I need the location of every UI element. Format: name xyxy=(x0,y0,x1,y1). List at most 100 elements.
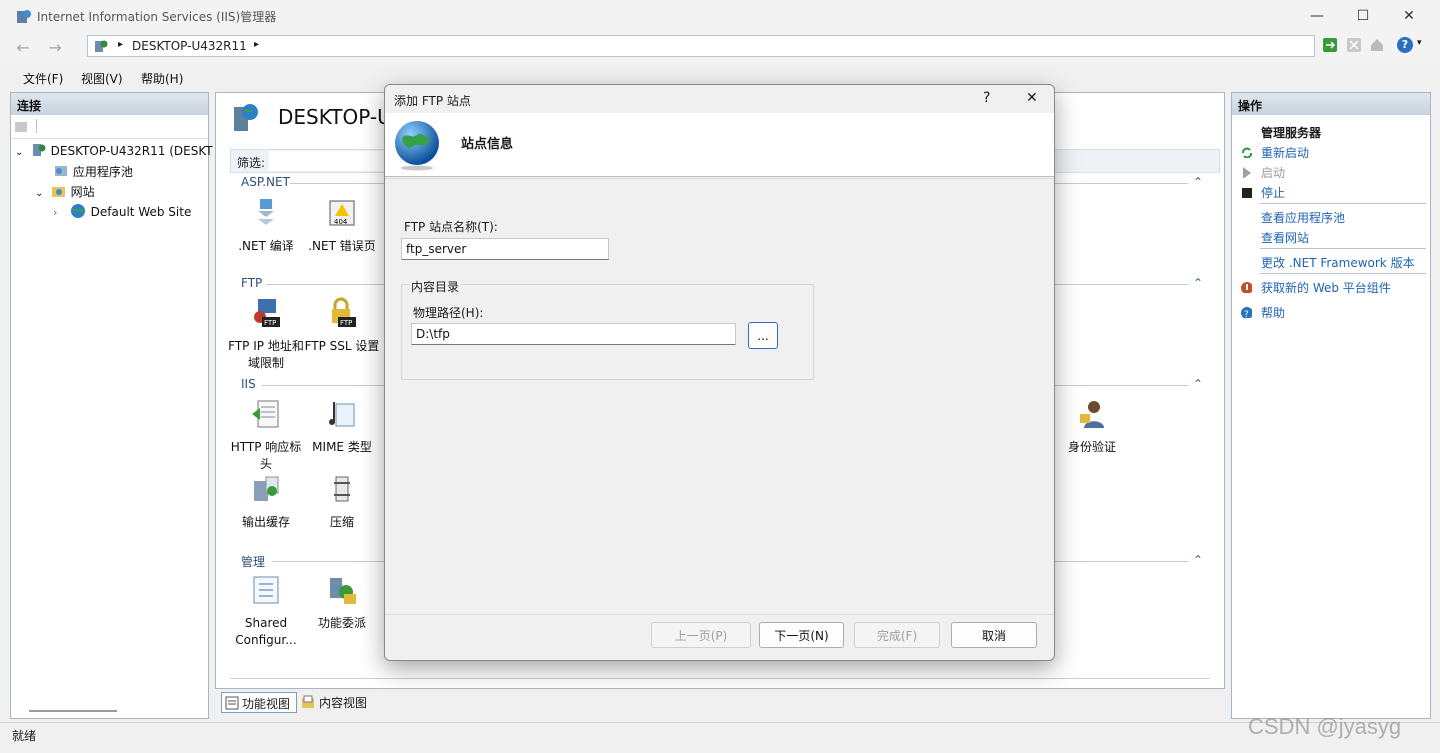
tree-item-server[interactable]: ⌄ DESKTOP-U432R11 (DESKT xyxy=(15,143,213,158)
close-button[interactable]: ✕ xyxy=(1386,0,1432,32)
feature-http-response-headers[interactable]: HTTP 响应标头 xyxy=(228,398,304,473)
action-get-web-platform[interactable]: 获取新的 Web 平台组件 xyxy=(1240,279,1391,296)
compression-icon xyxy=(334,476,350,502)
sites-folder-icon xyxy=(51,187,65,197)
feature-ftp-ssl-settings[interactable]: FTP FTP SSL 设置 xyxy=(304,297,380,355)
action-label: 重新启动 xyxy=(1261,146,1310,160)
feature-ftp-ip-restrictions[interactable]: FTP FTP IP 地址和域限制 xyxy=(228,297,304,372)
expander-icon[interactable]: ⌄ xyxy=(15,147,27,158)
expander-icon[interactable]: ⌄ xyxy=(35,188,47,199)
dialog-heading: 站点信息 xyxy=(461,137,514,152)
svg-text:404: 404 xyxy=(334,218,348,226)
feature-label: HTTP 响应标头 xyxy=(230,440,302,471)
path-input[interactable]: D:\tfp xyxy=(411,323,736,345)
feature-label: MIME 类型 xyxy=(312,440,372,454)
globe-icon xyxy=(395,121,439,171)
collapse-icon[interactable]: ⌃ xyxy=(1193,553,1203,567)
tree-item-sites[interactable]: ⌄ 网站 xyxy=(35,183,95,200)
next-button[interactable]: 下一页(N) xyxy=(759,622,844,648)
iis-app-icon xyxy=(17,10,31,23)
filter-input[interactable] xyxy=(269,151,389,171)
menu-file[interactable]: 文件(F) xyxy=(23,70,63,87)
action-change-net-framework[interactable]: 更改 .NET Framework 版本 xyxy=(1261,254,1415,271)
forward-button[interactable]: → xyxy=(44,36,66,58)
output-cache-icon xyxy=(254,476,279,501)
svg-text:FTP: FTP xyxy=(340,319,352,327)
path-label: 物理路径(H): xyxy=(413,306,484,320)
iis-manager-window: Internet Information Services (IIS)管理器 —… xyxy=(0,0,1440,753)
refresh-icon[interactable] xyxy=(1322,37,1338,53)
actions-divider xyxy=(1260,273,1426,274)
tab-label: 功能视图 xyxy=(242,697,291,711)
connections-toolbar xyxy=(11,115,208,139)
shared-config-icon xyxy=(253,576,279,604)
breadcrumb-arrow-icon[interactable]: ▸ xyxy=(254,39,259,50)
feature-label: 输出缓存 xyxy=(241,515,290,529)
help-icon[interactable]: ? xyxy=(1397,37,1413,53)
menu-help[interactable]: 帮助(H) xyxy=(141,70,183,87)
action-start[interactable]: 启动 xyxy=(1240,164,1285,181)
group-management: 管理 xyxy=(241,555,266,569)
action-help[interactable]: ? 帮助 xyxy=(1240,304,1285,321)
window-title: Internet Information Services (IIS)管理器 xyxy=(37,10,277,24)
back-button[interactable]: ← xyxy=(12,36,34,58)
authentication-icon xyxy=(1080,401,1104,428)
maximize-button[interactable]: ☐ xyxy=(1340,0,1386,32)
collapse-icon[interactable]: ⌃ xyxy=(1193,276,1203,290)
address-box[interactable]: ▸ DESKTOP-U432R11 ▸ xyxy=(87,35,1315,57)
site-name-input[interactable]: ftp_server xyxy=(401,238,609,260)
action-view-app-pools[interactable]: 查看应用程序池 xyxy=(1261,209,1345,226)
feature-mime-types[interactable]: MIME 类型 xyxy=(304,398,380,456)
minimize-button[interactable]: — xyxy=(1294,0,1340,32)
browse-button[interactable]: ... xyxy=(748,322,778,349)
horizontal-scrollbar[interactable] xyxy=(29,710,117,712)
dialog-title: 添加 FTP 站点 xyxy=(394,94,471,108)
breadcrumb-separator-icon: ▸ xyxy=(118,39,124,50)
action-label: 停止 xyxy=(1261,186,1286,200)
dialog-close-button[interactable]: ✕ xyxy=(1026,90,1038,106)
previous-button[interactable]: 上一页(P) xyxy=(651,622,751,648)
feature-delegation[interactable]: 功能委派 xyxy=(304,574,380,632)
menu-view[interactable]: 视图(V) xyxy=(81,70,123,87)
stop-icon[interactable] xyxy=(1346,37,1362,53)
tab-content-view[interactable]: 内容视图 xyxy=(301,692,381,713)
collapse-icon[interactable]: ⌃ xyxy=(1193,175,1203,189)
feature-compression[interactable]: 压缩 xyxy=(304,473,380,531)
view-tabs: 功能视图 内容视图 xyxy=(215,691,615,715)
feature-shared-configuration[interactable]: Shared Configur... xyxy=(228,574,304,649)
expander-icon[interactable]: › xyxy=(53,206,65,219)
status-bar: 就绪 xyxy=(0,722,1440,744)
actions-section-title: 管理服务器 xyxy=(1261,126,1322,140)
finish-button[interactable]: 完成(F) xyxy=(854,622,940,648)
breadcrumb-server[interactable]: DESKTOP-U432R11 xyxy=(132,39,247,53)
home-icon[interactable] xyxy=(1369,37,1385,53)
save-connection-icon[interactable] xyxy=(14,120,28,134)
dialog-help-button[interactable]: ? xyxy=(983,90,990,106)
feature-label: 身份验证 xyxy=(1067,440,1116,454)
tree-item-label: 应用程序池 xyxy=(72,165,133,179)
group-aspnet: ASP.NET xyxy=(241,175,290,189)
http-headers-icon xyxy=(252,400,279,428)
actions-panel: 操作 管理服务器 重新启动 启动 停止 查看应用程序池 查看网站 更改 .NET… xyxy=(1231,92,1431,719)
actions-title: 操作 xyxy=(1232,93,1430,115)
actions-divider xyxy=(1260,248,1426,249)
collapse-icon[interactable]: ⌃ xyxy=(1193,377,1203,391)
action-label: 启动 xyxy=(1261,166,1286,180)
feature-label: FTP IP 地址和域限制 xyxy=(228,339,304,370)
feature-output-caching[interactable]: 输出缓存 xyxy=(228,473,304,531)
tree-item-default-web-site[interactable]: › Default Web Site xyxy=(53,203,191,219)
error-page-icon: 404 xyxy=(329,200,355,226)
tree-item-label: 网站 xyxy=(70,185,95,199)
feature-net-error-pages[interactable]: 404 .NET 错误页 xyxy=(304,197,380,255)
tab-features-view[interactable]: 功能视图 xyxy=(221,692,297,713)
dialog-title-bar: 添加 FTP 站点 ? ✕ xyxy=(385,85,1054,113)
action-restart[interactable]: 重新启动 xyxy=(1240,144,1309,161)
feature-authentication[interactable]: 身份验证 xyxy=(1054,398,1130,456)
cancel-button[interactable]: 取消 xyxy=(951,622,1037,648)
ftp-ip-icon: FTP xyxy=(254,299,280,327)
feature-net-compilation[interactable]: .NET 编译 xyxy=(228,197,304,255)
action-stop[interactable]: 停止 xyxy=(1240,184,1285,201)
help-dropdown-icon[interactable]: ▾ xyxy=(1417,38,1422,48)
tree-item-app-pools[interactable]: 应用程序池 xyxy=(53,163,133,180)
action-view-sites[interactable]: 查看网站 xyxy=(1261,229,1309,246)
